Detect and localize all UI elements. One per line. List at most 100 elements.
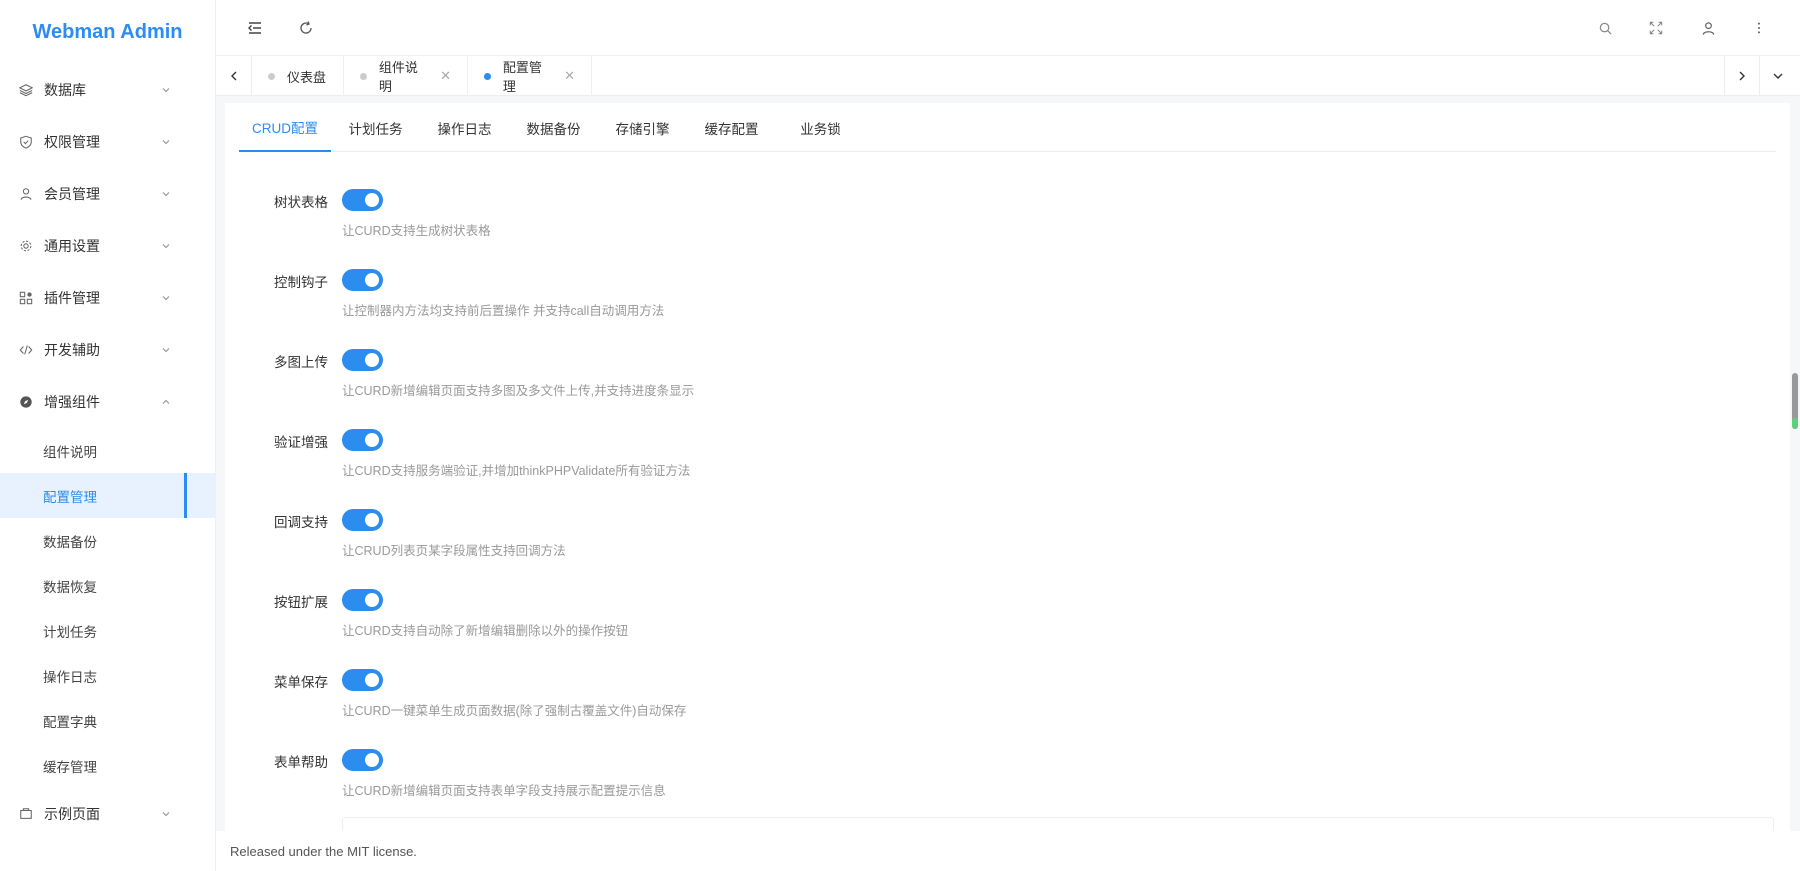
subtab-business-lock[interactable]: 业务锁	[776, 103, 865, 152]
tab-status-dot	[360, 72, 367, 80]
more-vertical-icon[interactable]	[1747, 16, 1771, 40]
sidebar-subitem-data-backup[interactable]: 数据备份	[0, 518, 215, 563]
tab-dashboard[interactable]: 仪表盘	[252, 56, 344, 96]
setting-label-form-help: 表单帮助	[274, 755, 328, 770]
form-help-switch[interactable]	[342, 749, 383, 771]
setting-label-callback: 回调支持	[274, 515, 328, 530]
chevron-down-icon	[162, 348, 170, 353]
sidebar-item-general-settings[interactable]: 通用设置	[0, 220, 215, 272]
sidebar-subitem-data-restore[interactable]: 数据恢复	[0, 563, 215, 608]
chevron-down-icon	[162, 88, 170, 93]
user-icon[interactable]	[1696, 16, 1720, 40]
setting-label-multi-upload: 多图上传	[274, 355, 328, 370]
user-icon	[18, 186, 34, 202]
footer-license-text: Released under the MIT license.	[230, 843, 417, 859]
sidebar-item-label: 增强组件	[44, 394, 100, 410]
callback-switch[interactable]	[342, 509, 383, 531]
sidebar-subitem-scheduled-tasks[interactable]: 计划任务	[0, 608, 215, 653]
setting-desc-controller-hooks: 让控制器内方法均支持前后置操作 并支持call自动调用方法	[342, 304, 665, 318]
tabs-scroll-right-icon[interactable]	[1724, 56, 1760, 96]
sidebar: Webman Admin 数据库 权限管理 会员管理 通用设置 插件管理 开发辅…	[0, 0, 216, 871]
gear-icon	[18, 238, 34, 254]
setting-desc-menu-save: 让CURD一键菜单生成页面数据(除了强制古覆盖文件)自动保存	[342, 704, 687, 718]
chevron-down-icon	[162, 244, 170, 249]
setting-desc-multi-upload: 让CURD新增编辑页面支持多图及多文件上传,并支持进度条显示	[342, 384, 695, 398]
subtab-storage-engine[interactable]: 存储引擎	[598, 103, 687, 152]
plugin-icon	[18, 290, 34, 306]
setting-label-menu-save: 菜单保存	[274, 675, 328, 690]
button-extension-switch[interactable]	[342, 589, 383, 611]
sidebar-item-label: 数据库	[44, 82, 86, 98]
tabs-dropdown-icon[interactable]	[1760, 56, 1796, 96]
sidebar-subitem-operation-logs[interactable]: 操作日志	[0, 653, 215, 698]
sidebar-item-plugins[interactable]: 插件管理	[0, 272, 215, 324]
tabs-bar: 仪表盘 组件说明 ✕ 配置管理 ✕	[216, 56, 1800, 96]
layers-icon	[18, 82, 34, 98]
sidebar-item-dev-tools[interactable]: 开发辅助	[0, 324, 215, 376]
chevron-up-icon	[162, 399, 170, 404]
setting-desc-tree-table: 让CURD支持生成树状表格	[342, 224, 491, 238]
setting-desc-callback: 让CRUD列表页某字段属性支持回调方法	[342, 544, 566, 558]
tabs-scroll-left-icon[interactable]	[216, 56, 252, 96]
sidebar-item-example-pages[interactable]: 示例页面	[0, 788, 215, 840]
setting-label-validation: 验证增强	[274, 435, 328, 450]
setting-label-controller-hooks: 控制钩子	[274, 275, 328, 290]
tab-component-docs[interactable]: 组件说明 ✕	[344, 56, 468, 96]
compass-icon	[18, 394, 34, 410]
controller-hooks-switch[interactable]	[342, 269, 383, 291]
subtab-scheduled-tasks[interactable]: 计划任务	[331, 103, 420, 152]
menu-save-switch[interactable]	[342, 669, 383, 691]
sidebar-item-label: 插件管理	[44, 290, 100, 306]
chevron-down-icon	[162, 140, 170, 145]
chevron-down-icon	[162, 192, 170, 197]
subtab-cache-config[interactable]: 缓存配置	[687, 103, 776, 152]
sidebar-item-database[interactable]: 数据库	[0, 64, 215, 116]
config-card: CRUD配置 计划任务 操作日志 数据备份 存储引擎 缓存配置 业务锁 树状表格…	[225, 103, 1790, 843]
setting-label-tree-table: 树状表格	[274, 195, 328, 210]
tab-status-dot	[268, 72, 275, 80]
sidebar-subitem-component-docs[interactable]: 组件说明	[0, 428, 215, 473]
sidebar-subitem-config-dictionary[interactable]: 配置字典	[0, 698, 215, 743]
setting-desc-button-extension: 让CURD支持自动除了新增编辑删除以外的操作按钮	[342, 624, 629, 638]
sidebar-item-members[interactable]: 会员管理	[0, 168, 215, 220]
sidebar-item-enhanced-components[interactable]: 增强组件	[0, 376, 215, 428]
page-icon	[18, 806, 34, 822]
tab-label: 配置管理	[502, 60, 542, 94]
app-logo[interactable]: Webman Admin	[0, 0, 215, 64]
tab-config-management[interactable]: 配置管理 ✕	[468, 56, 592, 96]
close-icon[interactable]: ✕	[440, 68, 451, 84]
footer: Released under the MIT license.	[216, 831, 1800, 871]
multi-upload-switch[interactable]	[342, 349, 383, 371]
refresh-icon[interactable]	[294, 16, 318, 40]
sidebar-item-label: 示例页面	[44, 806, 100, 822]
chevron-down-icon	[162, 812, 170, 817]
search-icon[interactable]	[1593, 16, 1617, 40]
close-icon[interactable]: ✕	[564, 68, 575, 84]
tab-label: 组件说明	[378, 60, 418, 94]
tab-status-dot	[484, 72, 491, 80]
validation-switch[interactable]	[342, 429, 383, 451]
sidebar-item-label: 开发辅助	[44, 342, 100, 358]
setting-desc-form-help: 让CURD新增编辑页面支持表单字段支持展示配置提示信息	[342, 784, 666, 798]
subtab-operation-logs[interactable]: 操作日志	[420, 103, 509, 152]
scrollbar-indicator	[1792, 418, 1798, 428]
setting-desc-validation: 让CURD支持服务端验证,并增加thinkPHPValidate所有验证方法	[342, 464, 691, 478]
chevron-down-icon	[162, 296, 170, 301]
sidebar-subitem-cache-management[interactable]: 缓存管理	[0, 743, 215, 788]
config-subtabs: CRUD配置 计划任务 操作日志 数据备份 存储引擎 缓存配置 业务锁	[239, 103, 1776, 152]
sidebar-item-label: 通用设置	[44, 238, 100, 254]
tab-label: 仪表盘	[287, 69, 327, 85]
setting-label-button-extension: 按钮扩展	[274, 595, 328, 610]
fullscreen-icon[interactable]	[1644, 16, 1668, 40]
subtab-data-backup[interactable]: 数据备份	[509, 103, 598, 152]
shield-icon	[18, 134, 34, 150]
code-icon	[18, 342, 34, 358]
sidebar-item-label: 权限管理	[44, 134, 100, 150]
subtab-crud-config[interactable]: CRUD配置	[239, 103, 331, 152]
sidebar-item-permissions[interactable]: 权限管理	[0, 116, 215, 168]
tree-table-switch[interactable]	[342, 189, 383, 211]
sidebar-item-label: 会员管理	[44, 186, 100, 202]
top-header	[216, 0, 1800, 56]
sidebar-subitem-config-management[interactable]: 配置管理	[0, 473, 215, 518]
menu-fold-icon[interactable]	[243, 16, 267, 40]
